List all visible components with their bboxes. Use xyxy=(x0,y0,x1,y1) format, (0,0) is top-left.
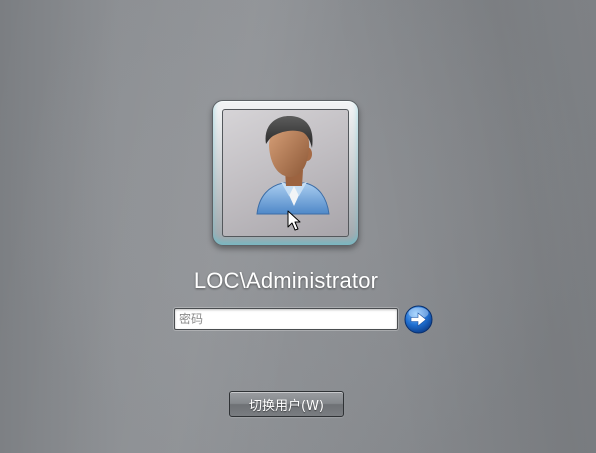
username-label: LOC\Administrator xyxy=(193,268,379,293)
arrow-right-icon xyxy=(404,305,433,334)
user-silhouette-icon xyxy=(256,116,330,215)
avatar xyxy=(222,109,349,237)
switch-user-button[interactable]: 切换用户(W) xyxy=(229,391,344,417)
submit-login-button[interactable] xyxy=(404,305,433,334)
user-tile[interactable] xyxy=(212,100,359,246)
mouse-cursor-icon xyxy=(287,210,301,231)
password-field[interactable] xyxy=(174,308,398,330)
